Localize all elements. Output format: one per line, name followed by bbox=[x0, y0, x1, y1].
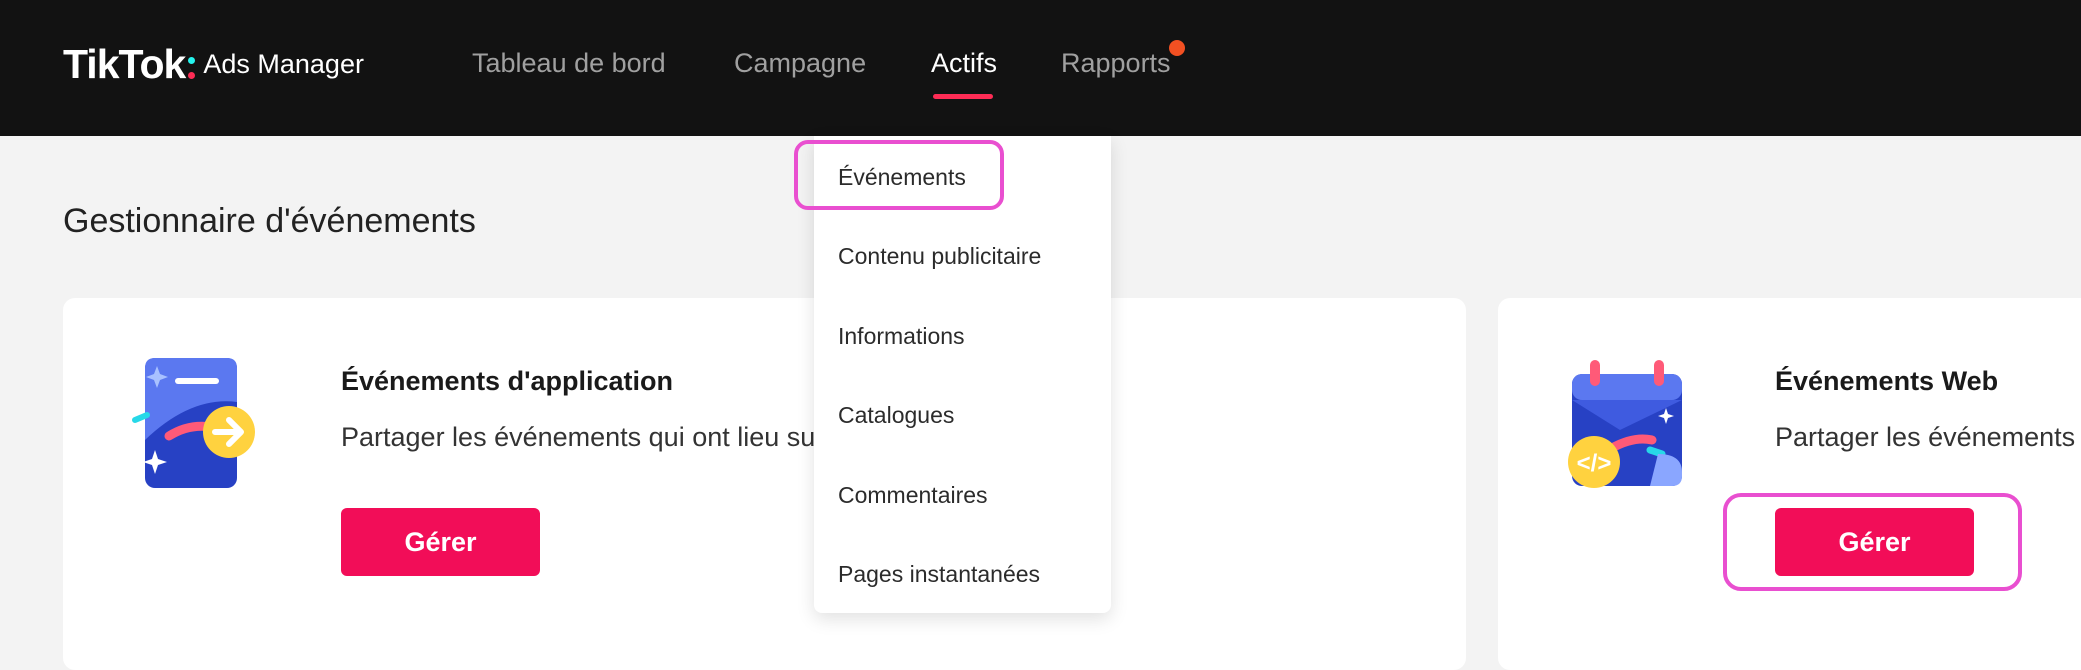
web-calendar-code-icon: </> bbox=[1568, 360, 1682, 488]
app-events-title: Événements d'application bbox=[341, 366, 674, 396]
menu-item-catalogues[interactable]: Catalogues bbox=[838, 402, 954, 429]
menu-item-pages-instantanees[interactable]: Pages instantanées bbox=[838, 561, 1040, 588]
manage-app-events-button[interactable]: Gérer bbox=[341, 508, 540, 576]
web-events-description: Partager les événements bbox=[1775, 422, 2076, 452]
menu-item-commentaires[interactable]: Commentaires bbox=[838, 482, 988, 509]
manage-web-events-button[interactable]: Gérer bbox=[1775, 508, 1974, 576]
active-tab-indicator bbox=[933, 94, 993, 99]
nav-rapports[interactable]: Rapports bbox=[1061, 48, 1171, 79]
svg-text:</>: </> bbox=[1577, 450, 1612, 477]
menu-item-contenu-publicitaire[interactable]: Contenu publicitaire bbox=[838, 243, 1041, 270]
notification-dot-icon bbox=[1169, 40, 1185, 56]
menu-item-evenements[interactable]: Événements bbox=[838, 164, 966, 191]
brand-wordmark: TikTok bbox=[63, 40, 186, 87]
web-events-title: Événements Web bbox=[1775, 366, 1999, 396]
tiktok-ads-manager-logo[interactable]: TikTok Ads Manager bbox=[63, 38, 364, 90]
actifs-dropdown-menu: Événements Contenu publicitaire Informat… bbox=[814, 136, 1111, 613]
app-events-card: Événements d'application Partager les év… bbox=[63, 298, 1466, 670]
web-events-card: </> Événements Web Partager les événemen… bbox=[1498, 298, 2081, 670]
nav-actifs[interactable]: Actifs bbox=[931, 48, 997, 79]
app-events-description: Partager les événements qui ont lieu su bbox=[341, 422, 816, 452]
nav-tableau-de-bord[interactable]: Tableau de bord bbox=[472, 48, 666, 79]
mobile-app-icon bbox=[132, 358, 255, 488]
top-navigation-bar: TikTok Ads Manager Tableau de bord Campa… bbox=[0, 0, 2081, 136]
brand-colon-icon bbox=[188, 57, 196, 79]
page-title: Gestionnaire d'événements bbox=[63, 202, 476, 240]
nav-campagne[interactable]: Campagne bbox=[734, 48, 866, 79]
menu-item-informations[interactable]: Informations bbox=[838, 323, 965, 350]
product-name: Ads Manager bbox=[203, 48, 364, 79]
